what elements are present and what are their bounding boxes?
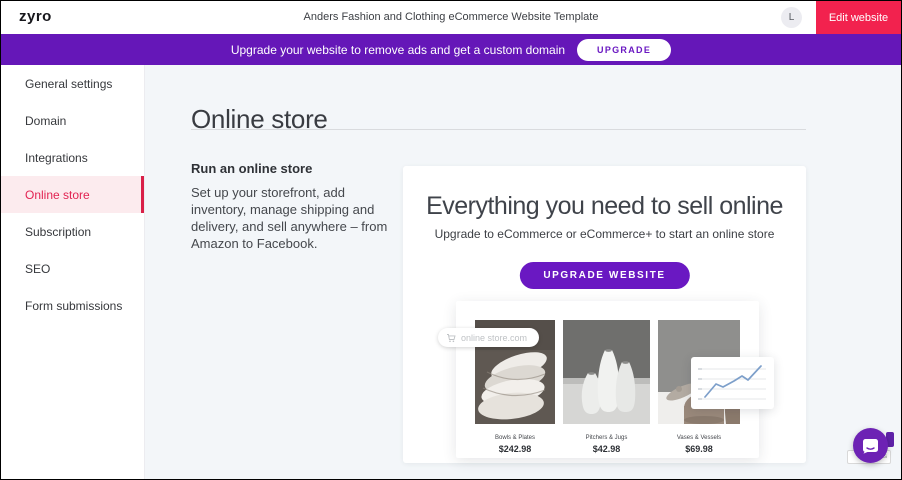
sidebar-item-general-settings[interactable]: General settings bbox=[1, 65, 144, 102]
url-chip: online store.com bbox=[438, 328, 539, 347]
sidebar-item-domain[interactable]: Domain bbox=[1, 102, 144, 139]
section-description: Run an online store Set up your storefro… bbox=[191, 161, 391, 252]
sidebar-item-form-submissions[interactable]: Form submissions bbox=[1, 287, 144, 324]
upgrade-banner: Upgrade your website to remove ads and g… bbox=[1, 34, 901, 65]
url-chip-text: online store.com bbox=[461, 333, 527, 343]
sidebar-item-subscription[interactable]: Subscription bbox=[1, 213, 144, 250]
product-name: Pitchers & Jugs bbox=[563, 435, 650, 441]
card-heading: Everything you need to sell online bbox=[403, 192, 806, 221]
settings-sidebar: General settings Domain Integrations Onl… bbox=[1, 65, 144, 480]
top-bar: zyro Anders Fashion and Clothing eCommer… bbox=[1, 1, 901, 34]
shopping-cart-icon bbox=[446, 333, 456, 343]
ecommerce-upsell-card: Everything you need to sell online Upgra… bbox=[403, 166, 806, 463]
product-price: $69.98 bbox=[658, 444, 740, 454]
section-title: Run an online store bbox=[191, 161, 391, 176]
product-price: $242.98 bbox=[475, 444, 555, 454]
product-price: $42.98 bbox=[563, 444, 650, 454]
storefront-mockup: online store.com Bowls & Plates bbox=[456, 301, 759, 458]
avatar[interactable]: L bbox=[781, 7, 802, 28]
banner-upgrade-button[interactable]: UPGRADE bbox=[577, 39, 671, 61]
product-image-pitchers bbox=[563, 320, 650, 424]
sidebar-item-seo[interactable]: SEO bbox=[1, 250, 144, 287]
site-title: Anders Fashion and Clothing eCommerce We… bbox=[1, 11, 901, 23]
section-body: Set up your storefront, add inventory, m… bbox=[191, 184, 391, 252]
sidebar-item-integrations[interactable]: Integrations bbox=[1, 139, 144, 176]
product-name: Bowls & Plates bbox=[475, 435, 555, 441]
product-card: Pitchers & Jugs $42.98 bbox=[563, 320, 650, 454]
chat-button[interactable] bbox=[853, 428, 888, 463]
title-divider bbox=[191, 129, 806, 130]
card-subheading: Upgrade to eCommerce or eCommerce+ to st… bbox=[403, 227, 806, 241]
upgrade-website-button[interactable]: UPGRADE WEBSITE bbox=[519, 262, 689, 289]
app-window: zyro Anders Fashion and Clothing eCommer… bbox=[0, 0, 902, 480]
page-title: Online store bbox=[191, 104, 328, 135]
sales-trend-chart bbox=[691, 357, 774, 409]
banner-text: Upgrade your website to remove ads and g… bbox=[231, 43, 565, 57]
chat-bubble-icon bbox=[862, 438, 879, 454]
sidebar-item-online-store[interactable]: Online store bbox=[1, 176, 144, 213]
product-name: Vases & Vessels bbox=[658, 435, 740, 441]
edit-website-button[interactable]: Edit website bbox=[816, 1, 901, 34]
